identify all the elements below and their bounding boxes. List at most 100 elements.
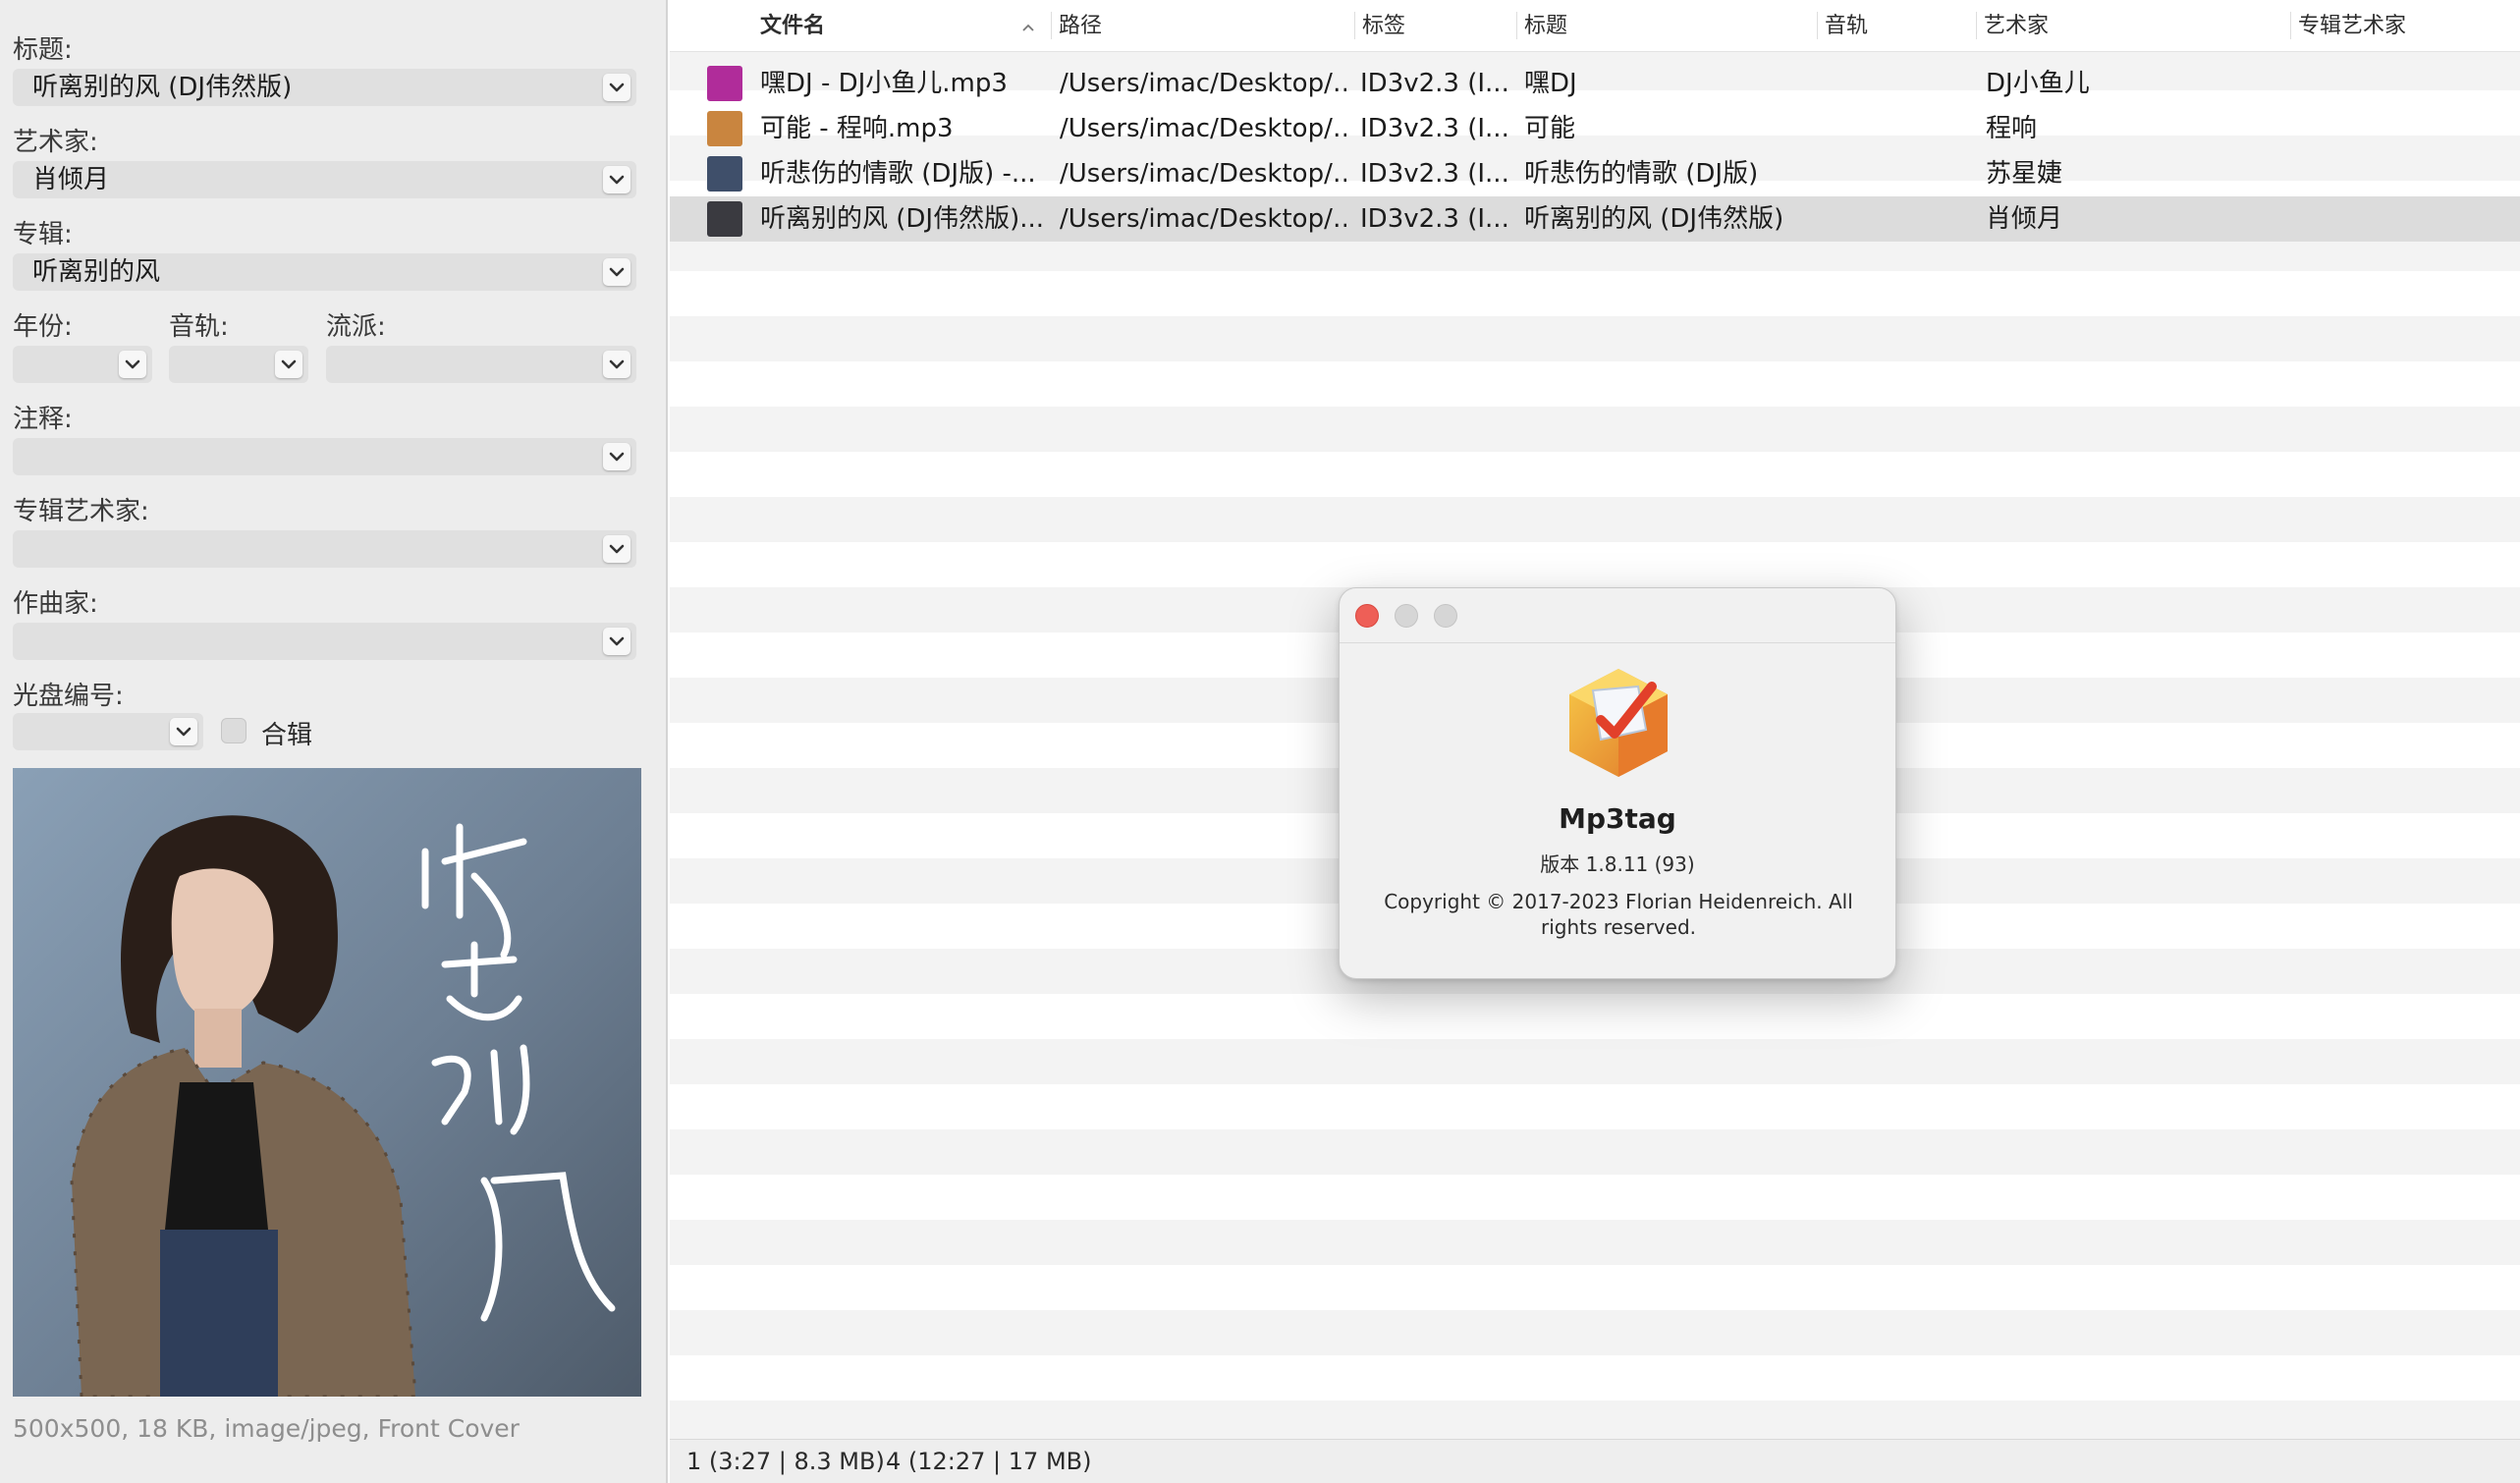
cell-album-artist [2298,196,2514,242]
column-header-path-label: 路径 [1059,14,1103,38]
cell-filename: 可能 - 程响.mp3 [760,114,954,143]
column-header-track-label: 音轨 [1825,14,1869,38]
status-selection: 1 (3:27 | 8.3 MB) [686,1448,885,1475]
chevron-down-icon[interactable] [603,166,630,193]
column-header-track[interactable]: 音轨 [1817,0,1974,52]
album-label: 专辑: [13,220,73,249]
cover-info: 500x500, 18 KB, image/jpeg, Front Cover [13,1414,520,1443]
chevron-down-icon[interactable] [119,351,146,378]
about-dialog: Mp3tag 版本 1.8.11 (93) Copyright © 2017-2… [1339,587,1896,979]
file-row[interactable]: 可能 - 程响.mp3 /Users/imac/Desktop/… ID3v2.… [670,106,2520,151]
column-header-tag[interactable]: 标签 [1354,0,1511,52]
cell-path: /Users/imac/Desktop/… [1060,69,1346,98]
cell-title: 可能 [1524,114,1576,143]
cell-album-artist [2298,61,2514,106]
cell-title: 嘿DJ [1524,69,1577,98]
cell-filename: 听悲伤的情歌 (DJ版) -... [760,159,1036,189]
album-artist-label: 专辑艺术家: [13,497,149,526]
column-header-path[interactable]: 路径 [1051,0,1336,52]
close-button[interactable] [1355,604,1379,628]
cell-artist: 苏星婕 [1986,159,2063,189]
album-artist-field[interactable] [13,530,636,568]
chevron-down-icon[interactable] [275,351,302,378]
status-total: 4 (12:27 | 17 MB) [886,1448,1092,1475]
dialog-titlebar[interactable] [1340,588,1895,643]
artist-field[interactable]: 肖倾月 [13,161,636,198]
column-header-artist-label: 艺术家 [1984,14,2050,38]
sort-ascending-icon [1021,18,1035,36]
cell-artist: 肖倾月 [1986,204,2063,234]
cell-path: /Users/imac/Desktop/… [1060,159,1346,189]
file-thumbnail [707,111,742,146]
column-header-tag-label: 标签 [1362,14,1406,38]
title-value: 听离别的风 (DJ伟然版) [32,73,293,102]
genre-field[interactable] [326,346,636,383]
tag-panel: 标题: 听离别的风 (DJ伟然版) 艺术家: 肖倾月 专辑: 听离别的风 年份:… [0,0,668,1483]
column-header-album-artist[interactable]: 专辑艺术家 [2290,0,2516,52]
chevron-down-icon[interactable] [603,74,630,101]
file-row[interactable]: 听悲伤的情歌 (DJ版) -... /Users/imac/Desktop/… … [670,151,2520,196]
column-header-title-label: 标题 [1524,14,1568,38]
album-field[interactable]: 听离别的风 [13,253,636,291]
genre-label: 流派: [326,312,386,342]
file-row[interactable]: 嘿DJ - DJ小鱼儿.mp3 /Users/imac/Desktop/… ID… [670,61,2520,106]
comment-field[interactable] [13,438,636,475]
cell-title: 听离别的风 (DJ伟然版) [1524,204,1784,234]
status-bar: 1 (3:27 | 8.3 MB) 4 (12:27 | 17 MB) [670,1439,2520,1483]
cell-tag: ID3v2.3 (I... [1360,69,1509,98]
file-thumbnail [707,156,742,192]
disc-field[interactable] [13,713,203,750]
cell-track [1825,196,1972,242]
cell-artist: 程响 [1986,114,2038,143]
chevron-down-icon[interactable] [603,443,630,470]
cell-album-artist [2298,151,2514,196]
cell-album-artist [2298,106,2514,151]
file-thumbnail [707,66,742,101]
cell-filename: 听离别的风 (DJ伟然版)... [760,204,1045,234]
compilation-checkbox[interactable] [221,718,247,743]
zoom-button[interactable] [1434,604,1457,628]
artist-value: 肖倾月 [32,165,110,194]
cell-track [1825,61,1972,106]
list-header: 文件名 路径 标签 标题 音轨 艺术家 专辑艺术家 [670,0,2520,52]
cell-filename: 嘿DJ - DJ小鱼儿.mp3 [760,69,1008,98]
column-header-filename[interactable]: 文件名 [752,0,1047,52]
title-label: 标题: [13,35,73,65]
app-logo-icon [1558,661,1679,783]
column-header-title[interactable]: 标题 [1516,0,1811,52]
title-field[interactable]: 听离别的风 (DJ伟然版) [13,69,636,106]
column-header-artist[interactable]: 艺术家 [1976,0,2290,52]
chevron-down-icon[interactable] [603,351,630,378]
year-label: 年份: [13,312,73,342]
album-cover-image[interactable] [13,768,641,1397]
dialog-app-name: Mp3tag [1559,802,1676,835]
column-header-filename-label: 文件名 [760,14,826,38]
composer-field[interactable] [13,623,636,660]
chevron-down-icon[interactable] [603,258,630,286]
cell-track [1825,151,1972,196]
cell-tag: ID3v2.3 (I... [1360,204,1509,234]
disc-label: 光盘编号: [13,682,124,711]
comment-label: 注释: [13,405,73,434]
compilation-label: 合辑 [261,721,313,750]
chevron-down-icon[interactable] [603,535,630,563]
composer-label: 作曲家: [13,589,98,619]
dialog-copyright: Copyright © 2017-2023 Florian Heidenreic… [1384,890,1853,939]
cell-path: /Users/imac/Desktop/… [1060,204,1346,234]
cell-artist: DJ小鱼儿 [1986,69,2090,98]
cell-tag: ID3v2.3 (I... [1360,114,1509,143]
album-value: 听离别的风 [32,257,161,287]
file-thumbnail [707,201,742,237]
chevron-down-icon[interactable] [170,718,197,745]
minimize-button[interactable] [1395,604,1418,628]
dialog-version: 版本 1.8.11 (93) [1540,852,1695,876]
track-label: 音轨: [169,312,229,342]
column-header-album-artist-label: 专辑艺术家 [2298,14,2407,38]
cell-path: /Users/imac/Desktop/… [1060,114,1346,143]
cell-track [1825,106,1972,151]
artist-label: 艺术家: [13,128,98,157]
file-row-selected[interactable]: 听离别的风 (DJ伟然版)... /Users/imac/Desktop/… I… [670,196,2520,242]
track-field[interactable] [169,346,308,383]
chevron-down-icon[interactable] [603,628,630,655]
year-field[interactable] [13,346,152,383]
